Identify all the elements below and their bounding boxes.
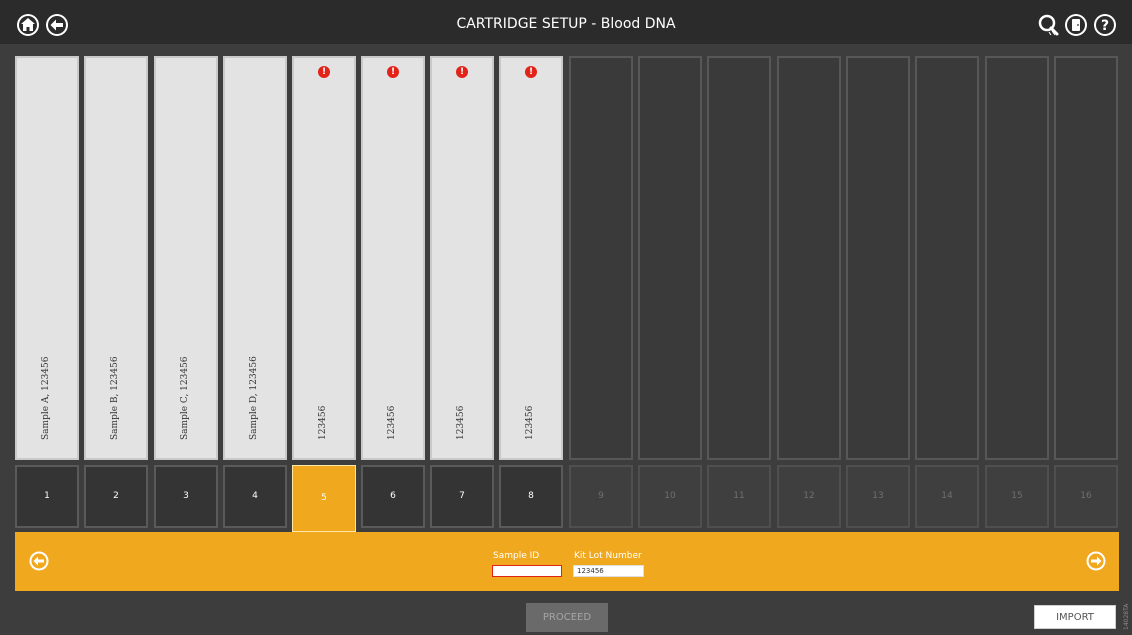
cartridge-slot[interactable]: Sample A, 123456 bbox=[15, 56, 79, 460]
cartridge-slot[interactable]: ! 123456 bbox=[430, 56, 494, 460]
slot-label: Sample D, 123456 bbox=[249, 356, 259, 440]
position-number[interactable]: 1 bbox=[15, 465, 79, 528]
cartridge-slot[interactable]: ! 123456 bbox=[499, 56, 563, 460]
cartridge-slot[interactable] bbox=[985, 56, 1049, 460]
cartridge-slot[interactable]: Sample B, 123456 bbox=[84, 56, 148, 460]
figure-code-text: 14028TA bbox=[1123, 603, 1130, 630]
position-number[interactable]: 16 bbox=[1054, 465, 1118, 528]
slot-label: 123456 bbox=[525, 405, 535, 440]
position-number[interactable]: 13 bbox=[846, 465, 910, 528]
help-icon[interactable]: ? bbox=[1093, 13, 1117, 37]
position-number[interactable]: 8 bbox=[499, 465, 563, 528]
slot-label: Sample A, 123456 bbox=[41, 356, 51, 440]
cartridge-slot[interactable]: ! 123456 bbox=[292, 56, 356, 460]
position-number[interactable]: 9 bbox=[569, 465, 633, 528]
cartridge-slot[interactable]: Sample C, 123456 bbox=[154, 56, 218, 460]
kit-lot-input[interactable] bbox=[573, 565, 644, 577]
position-number[interactable]: 2 bbox=[84, 465, 148, 528]
position-number[interactable]: 7 bbox=[430, 465, 494, 528]
position-number[interactable]: 6 bbox=[361, 465, 425, 528]
sample-id-label: Sample ID bbox=[493, 551, 540, 561]
cartridge-slot[interactable] bbox=[707, 56, 771, 460]
cartridge-slot[interactable] bbox=[777, 56, 841, 460]
cartridge-slot[interactable] bbox=[569, 56, 633, 460]
door-exit-icon[interactable] bbox=[1064, 13, 1088, 37]
sample-entry-panel: Sample ID Kit Lot Number bbox=[15, 532, 1119, 591]
position-number[interactable]: 3 bbox=[154, 465, 218, 528]
previous-arrow-icon[interactable] bbox=[29, 551, 49, 571]
slot-label: 123456 bbox=[387, 405, 397, 440]
cartridge-slot[interactable] bbox=[1054, 56, 1118, 460]
next-arrow-icon[interactable] bbox=[1086, 551, 1106, 571]
slot-label: Sample C, 123456 bbox=[180, 356, 190, 440]
position-number[interactable]: 12 bbox=[777, 465, 841, 528]
position-number[interactable]: 5 bbox=[292, 465, 356, 532]
position-number[interactable]: 14 bbox=[915, 465, 979, 528]
search-refresh-icon[interactable] bbox=[1036, 13, 1060, 37]
cartridge-slot[interactable] bbox=[915, 56, 979, 460]
page-title: CARTRIDGE SETUP - Blood DNA bbox=[456, 16, 676, 32]
svg-text:?: ? bbox=[1101, 18, 1109, 34]
alert-icon: ! bbox=[387, 66, 399, 78]
figure-code: 14028TA bbox=[1123, 600, 1131, 632]
cartridge-slot[interactable] bbox=[638, 56, 702, 460]
import-button[interactable]: IMPORT bbox=[1034, 605, 1116, 629]
position-number[interactable]: 11 bbox=[707, 465, 771, 528]
cartridge-slot[interactable]: ! 123456 bbox=[361, 56, 425, 460]
alert-icon: ! bbox=[525, 66, 537, 78]
proceed-button[interactable]: PROCEED bbox=[526, 603, 608, 632]
kit-lot-label: Kit Lot Number bbox=[574, 551, 642, 561]
position-number[interactable]: 4 bbox=[223, 465, 287, 528]
top-bar: CARTRIDGE SETUP - Blood DNA ? bbox=[0, 0, 1132, 44]
slot-label: 123456 bbox=[456, 405, 466, 440]
slot-label: Sample B, 123456 bbox=[110, 356, 120, 440]
cartridge-slot[interactable]: Sample D, 123456 bbox=[223, 56, 287, 460]
slot-label: 123456 bbox=[318, 405, 328, 440]
alert-icon: ! bbox=[318, 66, 330, 78]
sample-id-input[interactable] bbox=[492, 565, 562, 577]
position-number[interactable]: 10 bbox=[638, 465, 702, 528]
alert-icon: ! bbox=[456, 66, 468, 78]
cartridge-slot[interactable] bbox=[846, 56, 910, 460]
position-number[interactable]: 15 bbox=[985, 465, 1049, 528]
